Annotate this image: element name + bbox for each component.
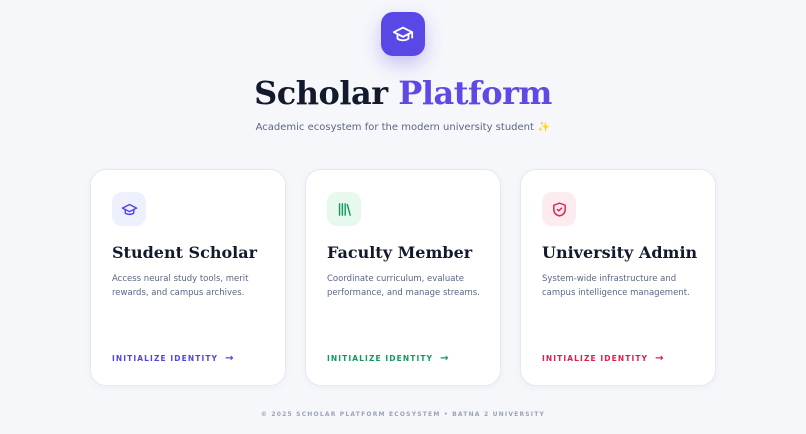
role-card-student[interactable]: Student Scholar Access neural study tool… bbox=[90, 169, 286, 386]
library-icon bbox=[336, 201, 353, 218]
arrow-right-icon: → bbox=[440, 353, 449, 364]
card-title: Student Scholar bbox=[112, 243, 258, 262]
link-label: INITIALIZE IDENTITY bbox=[542, 354, 649, 363]
initialize-identity-link-student[interactable]: INITIALIZE IDENTITY → bbox=[112, 353, 233, 364]
arrow-right-icon: → bbox=[225, 353, 234, 364]
role-card-faculty[interactable]: Faculty Member Coordinate curriculum, ev… bbox=[305, 169, 501, 386]
card-icon-container bbox=[327, 192, 361, 226]
card-title: University Admin bbox=[542, 243, 698, 262]
sparkle-emoji: ✨ bbox=[537, 122, 551, 133]
initialize-identity-link-faculty[interactable]: INITIALIZE IDENTITY → bbox=[327, 353, 448, 364]
card-icon-container bbox=[542, 192, 576, 226]
card-description: Access neural study tools, merit rewards… bbox=[112, 274, 249, 298]
role-card-admin[interactable]: University Admin System-wide infrastruct… bbox=[520, 169, 716, 386]
arrow-right-icon: → bbox=[655, 353, 664, 364]
app-logo bbox=[381, 12, 425, 56]
graduation-cap-icon bbox=[121, 201, 138, 218]
title-accent: Platform bbox=[398, 74, 552, 112]
initialize-identity-link-admin[interactable]: INITIALIZE IDENTITY → bbox=[542, 353, 663, 364]
page-footer: © 2025 SCHOLAR PLATFORM ECOSYSTEM • BATN… bbox=[260, 411, 546, 418]
card-title: Faculty Member bbox=[327, 243, 473, 262]
card-description: System-wide infrastructure and campus in… bbox=[542, 274, 690, 298]
link-label: INITIALIZE IDENTITY bbox=[112, 354, 219, 363]
page-subtitle: Academic ecosystem for the modern univer… bbox=[0, 120, 806, 136]
link-label: INITIALIZE IDENTITY bbox=[327, 354, 434, 363]
page-title: Scholar Platform bbox=[0, 70, 806, 116]
graduation-cap-icon bbox=[392, 23, 414, 45]
subtitle-text: Academic ecosystem for the modern univer… bbox=[255, 122, 534, 133]
title-main: Scholar bbox=[254, 74, 388, 112]
shield-check-icon bbox=[551, 201, 568, 218]
card-icon-container bbox=[112, 192, 146, 226]
card-description: Coordinate curriculum, evaluate performa… bbox=[327, 274, 480, 298]
